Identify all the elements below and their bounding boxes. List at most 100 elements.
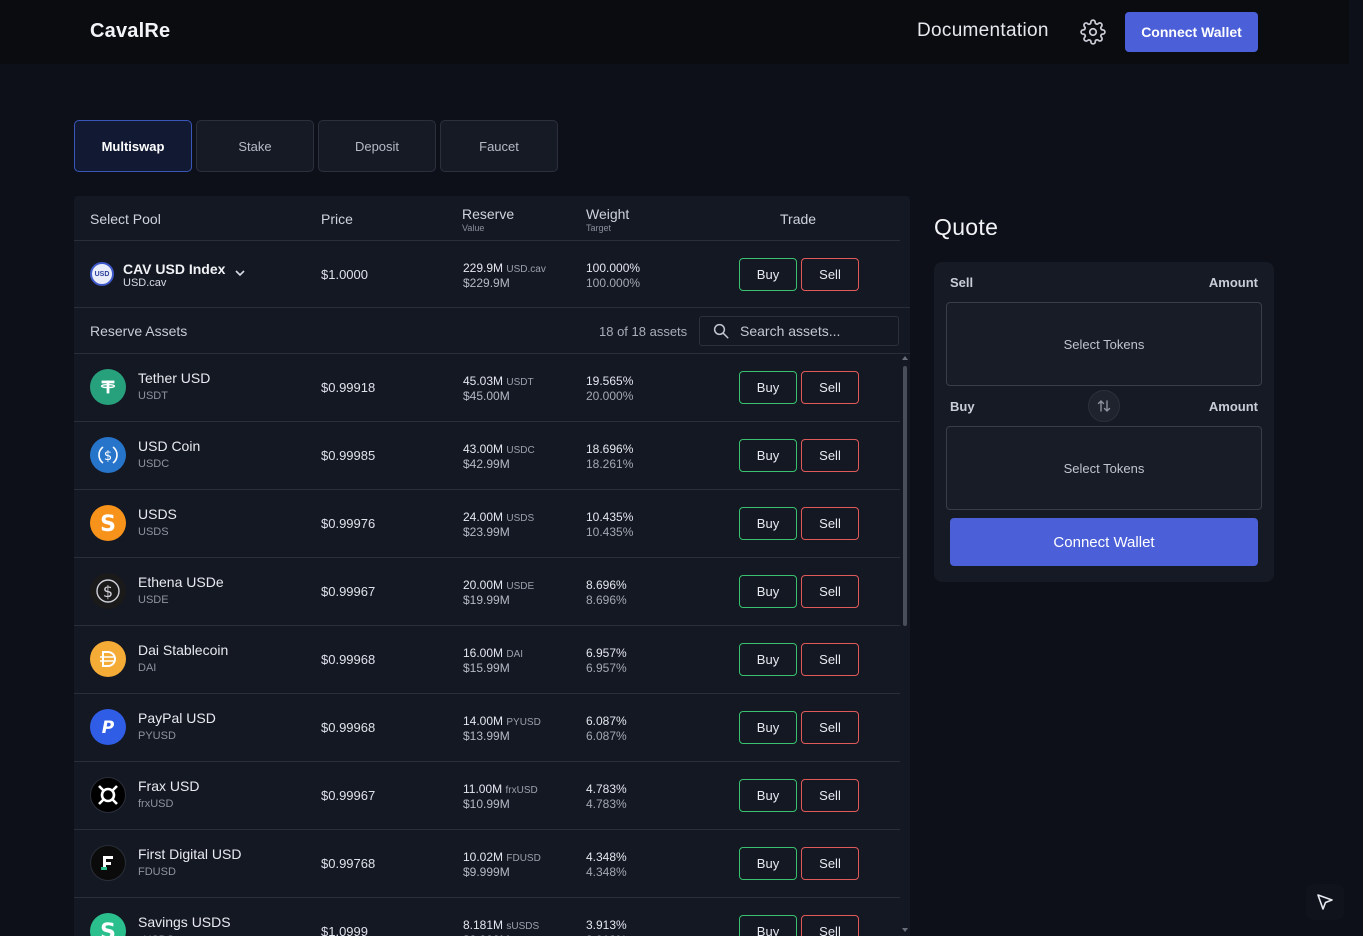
gear-icon[interactable] bbox=[1080, 19, 1106, 45]
asset-sell-button[interactable]: Sell bbox=[801, 711, 859, 744]
asset-sell-button[interactable]: Sell bbox=[801, 915, 859, 936]
swap-arrows-icon bbox=[1097, 400, 1111, 412]
asset-sell-button[interactable]: Sell bbox=[801, 371, 859, 404]
buy-label: Buy bbox=[950, 399, 975, 414]
asset-sell-button[interactable]: Sell bbox=[801, 439, 859, 472]
asset-name: USDS bbox=[138, 506, 177, 522]
scroll-up-arrow[interactable] bbox=[902, 356, 908, 360]
tab-deposit[interactable]: Deposit bbox=[318, 120, 436, 172]
buy-token-select[interactable]: Select Tokens bbox=[946, 426, 1262, 510]
table-scrollbar[interactable] bbox=[902, 356, 908, 936]
asset-reserve-unit: PYUSD bbox=[506, 717, 541, 728]
page-scrollbar[interactable] bbox=[1349, 0, 1363, 936]
tab-stake[interactable]: Stake bbox=[196, 120, 314, 172]
asset-weight: 4.348% bbox=[586, 850, 627, 864]
asset-sell-button[interactable]: Sell bbox=[801, 507, 859, 540]
scroll-thumb[interactable] bbox=[903, 366, 907, 626]
asset-name: PayPal USD bbox=[138, 710, 216, 726]
table-header: Select Pool Price Reserve Value Weight T… bbox=[74, 196, 900, 241]
asset-reserve-value: $15.99M bbox=[463, 661, 510, 675]
quote-connect-wallet-button[interactable]: Connect Wallet bbox=[950, 518, 1258, 566]
table-row: Dai Stablecoin DAI $0.99968 16.00M DAI $15.9… bbox=[74, 626, 900, 694]
susds-icon: S bbox=[90, 913, 126, 936]
asset-symbol: FDUSD bbox=[138, 866, 176, 878]
search-icon bbox=[713, 323, 729, 339]
search-box[interactable] bbox=[699, 316, 899, 346]
asset-buy-button[interactable]: Buy bbox=[739, 575, 797, 608]
pool-row: USD CAV USD Index USD.cav $1.0000 229.9M… bbox=[74, 241, 910, 308]
sell-token-select[interactable]: Select Tokens bbox=[946, 302, 1262, 386]
pool-sell-button[interactable]: Sell bbox=[801, 258, 859, 291]
asset-count: 18 of 18 assets bbox=[599, 324, 688, 339]
asset-buy-button[interactable]: Buy bbox=[739, 643, 797, 676]
cursor-pointer-icon[interactable] bbox=[1306, 884, 1344, 920]
header-reserve-label: Reserve bbox=[462, 206, 515, 222]
sell-label: Sell bbox=[950, 275, 974, 290]
tab-multiswap[interactable]: Multiswap bbox=[74, 120, 192, 172]
asset-reserve-unit: sUSDS bbox=[506, 921, 540, 932]
asset-price: $0.99768 bbox=[321, 856, 376, 871]
asset-symbol: DAI bbox=[138, 662, 157, 674]
asset-target: 6.957% bbox=[586, 661, 627, 675]
scroll-down-arrow[interactable] bbox=[902, 928, 908, 932]
asset-reserve: 24.00M USDS bbox=[463, 510, 534, 524]
asset-reserve-unit: USDE bbox=[506, 581, 535, 592]
asset-price: $0.99968 bbox=[321, 720, 376, 735]
table-row: $ USD Coin USDC $0.99985 43.00M USDC $42.99M 1… bbox=[74, 422, 900, 490]
asset-target: 6.087% bbox=[586, 729, 627, 743]
pool-buy-button[interactable]: Buy bbox=[739, 258, 797, 291]
connect-wallet-button[interactable]: Connect Wallet bbox=[1125, 12, 1258, 52]
asset-sell-button[interactable]: Sell bbox=[801, 779, 859, 812]
asset-weight: 6.957% bbox=[586, 646, 627, 660]
paypal-icon: P bbox=[90, 709, 126, 745]
svg-text:P: P bbox=[102, 718, 115, 738]
asset-buy-button[interactable]: Buy bbox=[739, 779, 797, 812]
pool-symbol: USD.cav bbox=[123, 277, 167, 289]
reserve-assets-header: Reserve Assets 18 of 18 assets bbox=[74, 308, 910, 354]
asset-reserve-unit: USDC bbox=[506, 445, 535, 456]
pool-reserve-unit: USD.cav bbox=[506, 264, 546, 275]
asset-reserve-value: $42.99M bbox=[463, 457, 510, 471]
asset-target: 20.000% bbox=[586, 389, 634, 403]
asset-name: Dai Stablecoin bbox=[138, 642, 229, 658]
asset-weight: 8.696% bbox=[586, 578, 627, 592]
brand-logo[interactable]: CavalRe bbox=[90, 20, 170, 43]
quote-title: Quote bbox=[934, 214, 999, 240]
asset-buy-button[interactable]: Buy bbox=[739, 915, 797, 936]
tab-faucet[interactable]: Faucet bbox=[440, 120, 558, 172]
usds-icon: S bbox=[90, 505, 126, 541]
swap-direction-button[interactable] bbox=[1088, 390, 1120, 422]
asset-reserve: 11.00M frxUSD bbox=[463, 782, 538, 796]
asset-sell-button[interactable]: Sell bbox=[801, 847, 859, 880]
asset-target: 4.348% bbox=[586, 865, 627, 879]
asset-symbol: PYUSD bbox=[138, 730, 176, 742]
asset-reserve-unit: USDS bbox=[506, 513, 535, 524]
asset-buy-button[interactable]: Buy bbox=[739, 847, 797, 880]
asset-reserve-amount: 11.00M bbox=[463, 782, 503, 796]
asset-reserve: 43.00M USDC bbox=[463, 442, 535, 456]
asset-sell-button[interactable]: Sell bbox=[801, 575, 859, 608]
asset-buy-button[interactable]: Buy bbox=[739, 507, 797, 540]
header-weight-sub: Target bbox=[586, 223, 612, 233]
header-trade: Trade bbox=[780, 211, 817, 227]
asset-symbol: USDS bbox=[138, 526, 169, 538]
pool-reserve-amount: 229.9M bbox=[463, 261, 504, 275]
asset-weight: 10.435% bbox=[586, 510, 634, 524]
documentation-link[interactable]: Documentation bbox=[917, 20, 1049, 42]
top-navbar: CavalRe Documentation Connect Wallet bbox=[0, 0, 1349, 64]
header-reserve-sub: Value bbox=[462, 223, 485, 233]
asset-reserve-value: $23.99M bbox=[463, 525, 510, 539]
quote-panel: Sell Amount Select Tokens Buy Amount Sel… bbox=[934, 262, 1274, 582]
asset-reserve-amount: 14.00M bbox=[463, 714, 504, 728]
pool-select-dropdown[interactable]: CAV USD Index USD.cav bbox=[123, 259, 253, 291]
asset-symbol: USDT bbox=[138, 390, 168, 402]
asset-sell-button[interactable]: Sell bbox=[801, 643, 859, 676]
asset-reserve: 10.02M FDUSD bbox=[463, 850, 541, 864]
asset-buy-button[interactable]: Buy bbox=[739, 439, 797, 472]
asset-reserve-unit: DAI bbox=[506, 649, 524, 660]
asset-buy-button[interactable]: Buy bbox=[739, 371, 797, 404]
asset-reserve-value: $9.999M bbox=[463, 865, 510, 879]
search-input[interactable] bbox=[740, 323, 890, 339]
asset-buy-button[interactable]: Buy bbox=[739, 711, 797, 744]
frax-icon bbox=[90, 777, 126, 813]
